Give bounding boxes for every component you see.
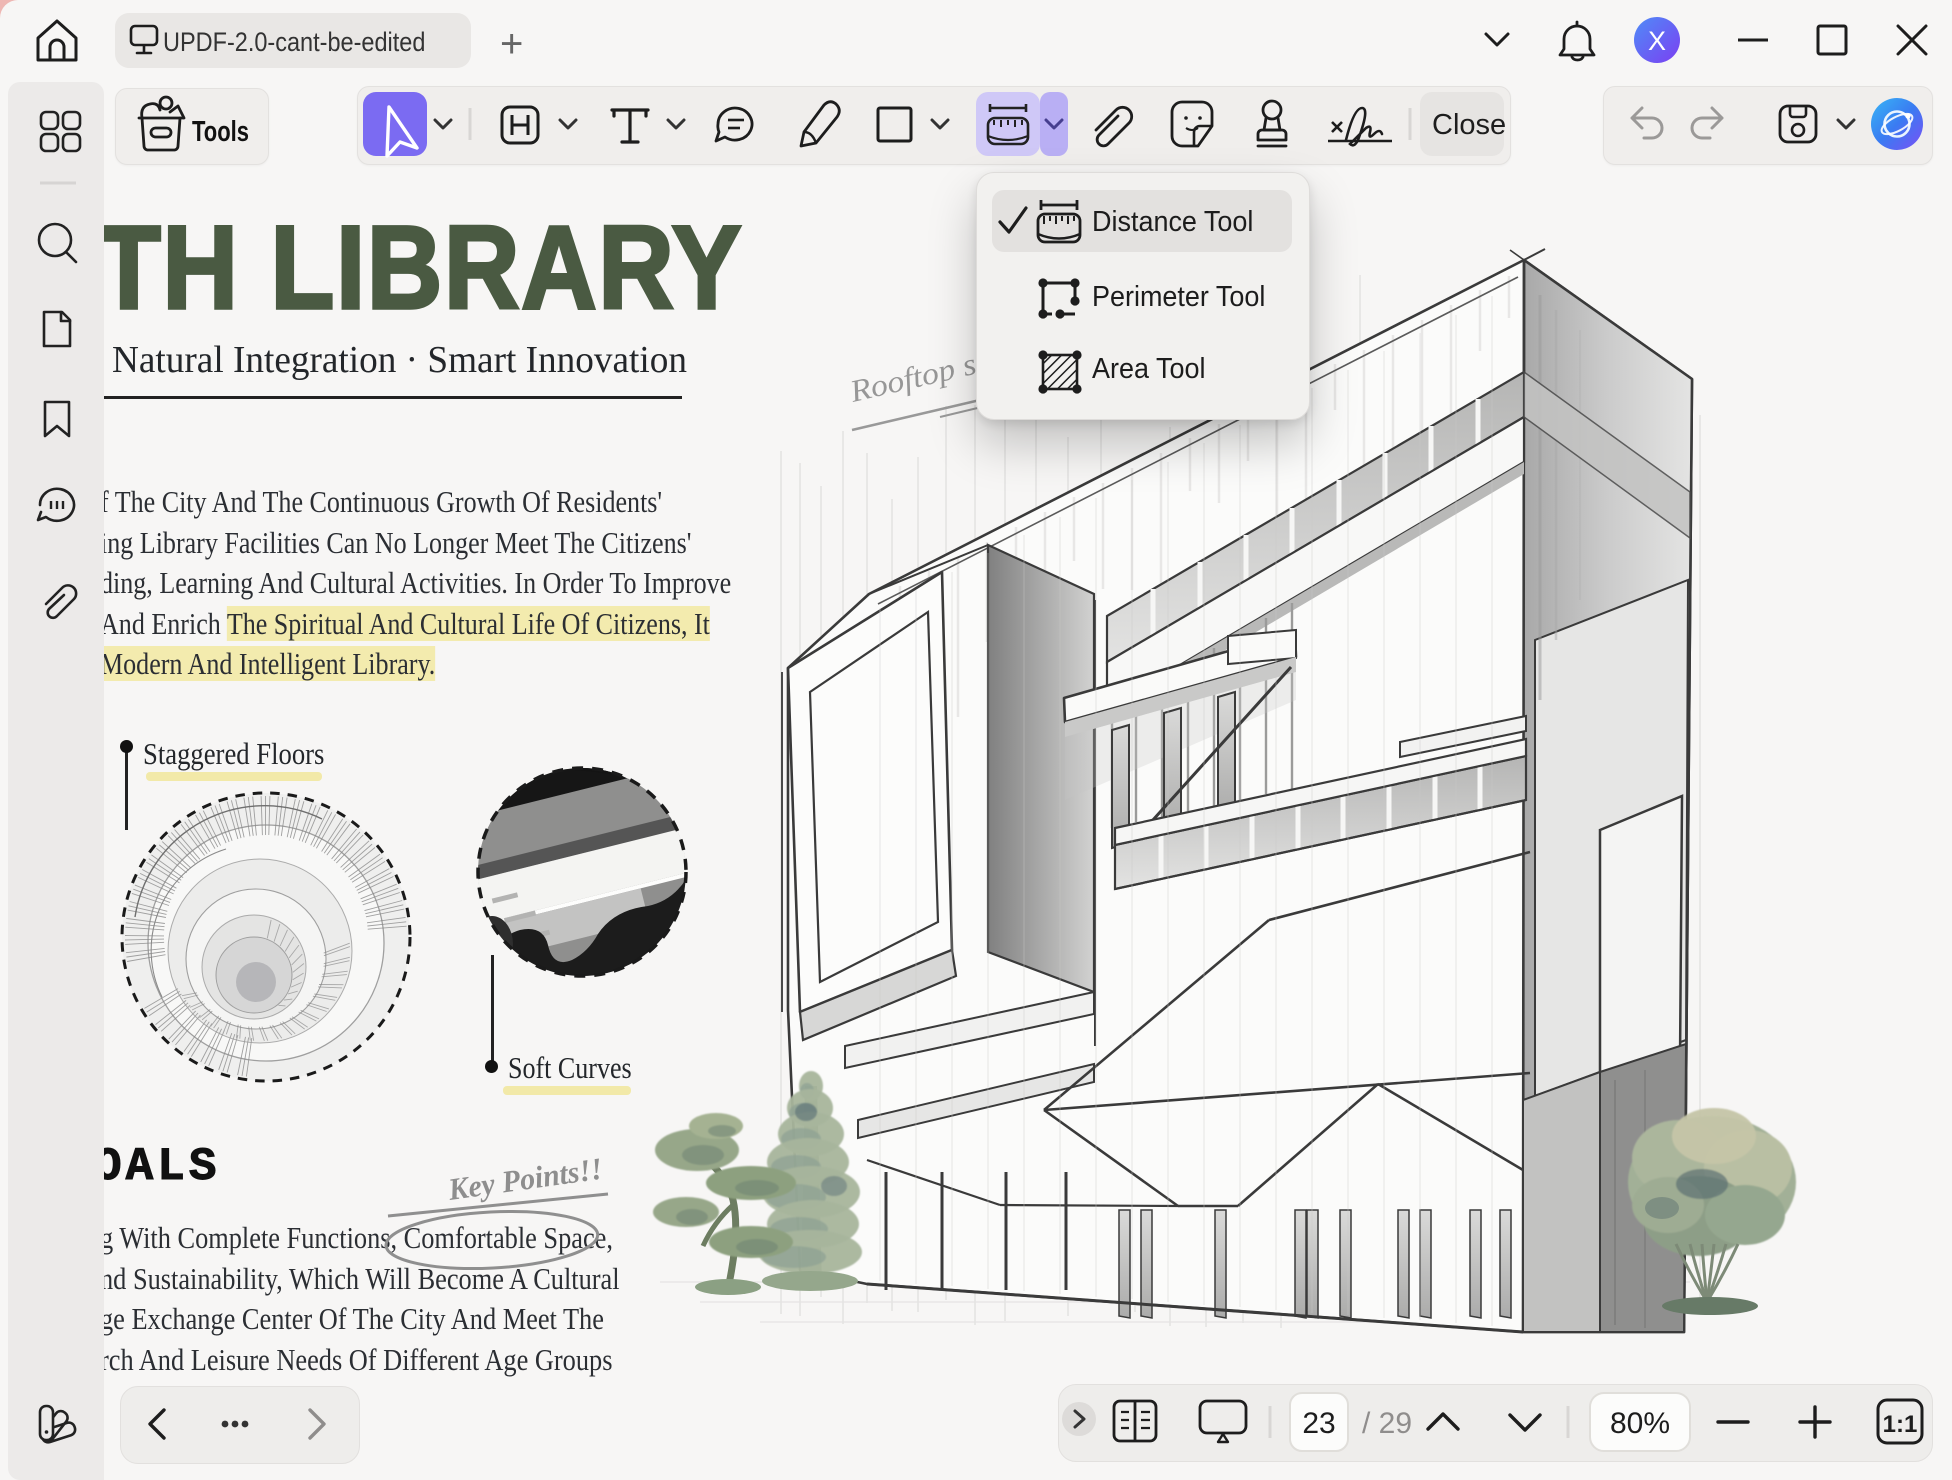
svg-text:23: 23 bbox=[1302, 1407, 1335, 1440]
svg-text:/ 29: / 29 bbox=[1362, 1407, 1412, 1440]
svg-text:Rooftop s: Rooftop s bbox=[846, 346, 980, 409]
svg-text:80%: 80% bbox=[1610, 1407, 1670, 1440]
svg-text:Tools: Tools bbox=[192, 116, 249, 148]
svg-text:X: X bbox=[1648, 26, 1666, 56]
svg-text:1:1: 1:1 bbox=[1883, 1411, 1918, 1438]
